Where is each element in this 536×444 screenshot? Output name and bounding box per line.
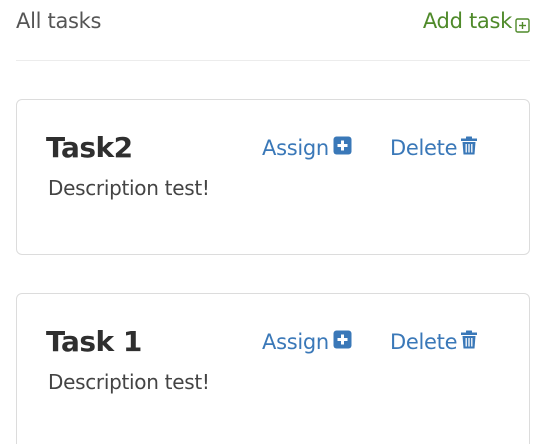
trash-icon: [461, 330, 478, 354]
task-card: Task 1 Description test! Assign Delete: [16, 293, 530, 444]
assign-button[interactable]: Assign: [262, 330, 352, 354]
task-list-header: All tasks Add task: [16, 0, 530, 61]
task-title: Task 1: [46, 325, 142, 358]
task-card: Task2 Description test! Assign Delete: [16, 99, 530, 255]
plus-square-outline-icon: [515, 14, 530, 33]
add-task-label: Add task: [422, 9, 512, 33]
plus-square-icon: [333, 330, 352, 354]
page-title: All tasks: [16, 9, 102, 33]
task-title: Task2: [46, 131, 133, 164]
task-description: Description test!: [48, 176, 210, 200]
add-task-button[interactable]: Add task: [423, 9, 530, 33]
delete-label: Delete: [390, 136, 458, 160]
delete-button[interactable]: Delete: [390, 136, 478, 160]
task-list-page: All tasks Add task Task2 Description tes…: [0, 0, 536, 444]
plus-square-icon: [333, 136, 352, 160]
assign-label: Assign: [262, 136, 329, 160]
assign-label: Assign: [262, 330, 329, 354]
delete-button[interactable]: Delete: [390, 330, 478, 354]
delete-label: Delete: [390, 330, 458, 354]
assign-button[interactable]: Assign: [262, 136, 352, 160]
trash-icon: [461, 136, 478, 160]
task-description: Description test!: [48, 370, 210, 394]
